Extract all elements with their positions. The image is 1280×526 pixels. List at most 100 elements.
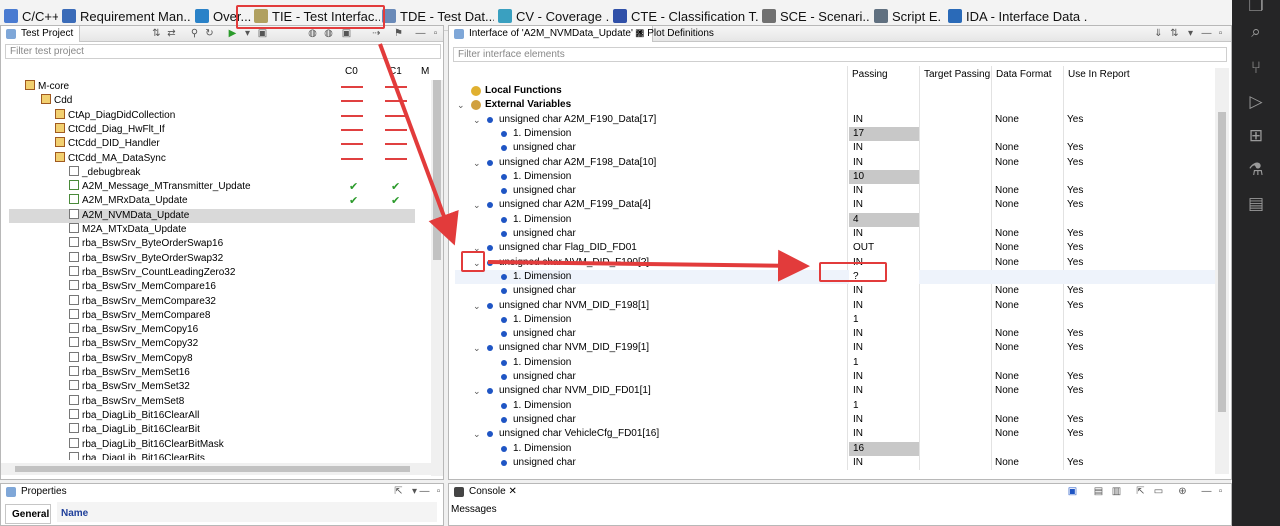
passing-cell[interactable]: OUT (849, 241, 919, 255)
link-icon[interactable]: ⇅ (151, 28, 162, 39)
tree-item[interactable]: _debugbreak (9, 165, 415, 180)
tool5-icon[interactable]: ⇢ (371, 28, 382, 39)
passing-cell[interactable]: IN (849, 413, 919, 427)
tree-item[interactable]: rba_BswSrv_MemCompare8 (9, 308, 415, 323)
sort-icon[interactable]: ⇅ (1169, 28, 1180, 39)
grid-vertical-scrollbar[interactable] (1215, 68, 1229, 474)
tab-cv[interactable]: CV - Coverage ... (498, 5, 610, 27)
interface-row[interactable]: unsigned char IN None Yes (455, 141, 1217, 155)
tree-item[interactable]: A2M_MRxData_Update ✔ ✔ (9, 194, 415, 208)
use-in-report-cell[interactable]: Yes (1067, 370, 1083, 384)
tree-item[interactable]: rba_BswSrv_MemCopy16 (9, 323, 415, 337)
passing-cell[interactable]: IN (849, 456, 919, 470)
tab-tde[interactable]: TDE - Test Dat... (382, 5, 494, 27)
interface-row[interactable]: ⌄ unsigned char NVM_DID_F198[1] IN None Yes (455, 299, 1217, 313)
use-in-report-cell[interactable]: Yes (1067, 184, 1083, 198)
close-tab-icon[interactable]: ✕ (508, 486, 516, 497)
passing-cell[interactable]: IN (849, 327, 919, 341)
tab-sce[interactable]: SCE - Scenari... (762, 5, 870, 27)
chevron-down-icon[interactable]: ⌄ (473, 384, 481, 398)
passing-cell[interactable] (849, 98, 919, 112)
interface-row[interactable]: ⌄ unsigned char NVM_DID_F199[1] IN None Yes (455, 341, 1217, 355)
interface-row[interactable]: 1. Dimension 1 (455, 356, 1217, 370)
tab-console[interactable]: Console ✕ (449, 484, 523, 500)
pin-console-icon[interactable]: ⇱ (1135, 486, 1146, 497)
tab-properties[interactable]: Properties (1, 484, 73, 500)
maximize-icon[interactable]: ▫ (1215, 28, 1226, 39)
passing-cell[interactable]: 10 (849, 169, 919, 184)
interface-row[interactable]: ⌄ unsigned char NVM_DID_FD01[1] IN None Yes (455, 384, 1217, 398)
passing-cell[interactable]: IN (849, 284, 919, 298)
search-icon[interactable]: ⌕ (1244, 20, 1268, 44)
interface-row[interactable]: ⌄ unsigned char A2M_F190_Data[17] IN None Ye… (455, 113, 1217, 127)
use-in-report-cell[interactable]: Yes (1067, 256, 1083, 270)
interface-row[interactable]: ⌄ unsigned char A2M_F199_Data[4] IN None Yes (455, 198, 1217, 212)
tree-item[interactable]: M2A_MTxData_Update (9, 223, 415, 237)
extensions-icon[interactable]: ⊞ (1244, 124, 1268, 148)
use-in-report-cell[interactable]: Yes (1067, 413, 1083, 427)
tree-item[interactable]: rba_BswSrv_MemSet16 (9, 366, 415, 380)
passing-cell[interactable]: 1 (849, 313, 919, 327)
tree-item[interactable]: rba_BswSrv_MemSet32 (9, 380, 415, 394)
interface-row[interactable]: ⌄ unsigned char Flag_DID_FD01 OUT None Yes (455, 241, 1217, 255)
tree-vertical-scrollbar[interactable] (431, 80, 443, 476)
use-in-report-cell[interactable]: Yes (1067, 141, 1083, 155)
data-format-cell[interactable]: None (995, 384, 1019, 398)
tree-item[interactable]: rba_DiagLib_Bit16ClearBits (9, 451, 415, 460)
passing-cell[interactable]: 1 (849, 356, 919, 370)
maximize-icon[interactable]: ▫ (430, 28, 441, 39)
run-dropdown-icon[interactable]: ▾ (242, 28, 253, 39)
tab-cte[interactable]: CTE - Classification T... (613, 5, 758, 27)
tree-item[interactable]: rba_BswSrv_ByteOrderSwap16 (9, 237, 415, 251)
chevron-down-icon[interactable]: ⌄ (473, 341, 481, 355)
minimize-icon[interactable]: — (419, 486, 430, 497)
copy-icon[interactable]: ❐ (1244, 0, 1268, 18)
tree-item[interactable]: rba_DiagLib_Bit16ClearBit (9, 423, 415, 437)
interface-row[interactable]: 1. Dimension 17 (455, 126, 1217, 141)
tab-cc[interactable]: C/C++ (4, 5, 58, 27)
tree-item[interactable]: CtCdd_DID_Handler (9, 137, 415, 151)
minimize-icon[interactable]: — (415, 28, 426, 39)
data-format-cell[interactable]: None (995, 227, 1019, 241)
tree-item[interactable]: rba_BswSrv_MemSet8 (9, 394, 415, 409)
tool-icon[interactable]: ▣ (257, 28, 268, 39)
interface-row[interactable]: unsigned char IN None Yes (455, 227, 1217, 241)
use-in-report-cell[interactable]: Yes (1067, 198, 1083, 212)
tree-item[interactable]: rba_BswSrv_ByteOrderSwap32 (9, 251, 415, 266)
passing-cell[interactable]: IN (849, 198, 919, 212)
use-in-report-cell[interactable]: Yes (1067, 156, 1083, 170)
data-format-cell[interactable]: None (995, 241, 1019, 255)
tool3-icon[interactable]: ◍ (323, 28, 334, 39)
passing-cell[interactable]: IN (849, 113, 919, 127)
passing-cell[interactable]: 16 (849, 441, 919, 456)
tab-general[interactable]: General (5, 504, 51, 524)
tree-scroll-thumb[interactable] (433, 80, 441, 260)
tab-interface[interactable]: Interface of 'A2M_NVMData_Update' ✕ (449, 26, 654, 42)
interface-row[interactable]: Local Functions (455, 84, 1217, 98)
filter-icon[interactable]: ⚑ (393, 28, 404, 39)
data-format-cell[interactable]: None (995, 113, 1019, 127)
use-in-report-cell[interactable]: Yes (1067, 427, 1083, 441)
minimize-icon[interactable]: — (1201, 486, 1212, 497)
passing-cell[interactable]: IN (849, 370, 919, 384)
tab-requirement[interactable]: Requirement Man... (62, 5, 190, 27)
passing-cell[interactable]: IN (849, 341, 919, 355)
passing-cell[interactable]: 4 (849, 212, 919, 227)
interface-row[interactable]: ⌄ External Variables (455, 98, 1217, 112)
interface-row[interactable]: unsigned char IN None Yes (455, 284, 1217, 298)
flask-icon[interactable]: ⚗ (1244, 158, 1268, 182)
maximize-icon[interactable]: ▫ (433, 486, 444, 497)
source-control-icon[interactable]: ⑂ (1244, 56, 1268, 80)
tree-item[interactable]: rba_BswSrv_MemCopy32 (9, 337, 415, 351)
down-icon[interactable]: ⇓ (1153, 28, 1164, 39)
column-header-m[interactable]: M (421, 66, 429, 77)
passing-cell[interactable]: IN (849, 427, 919, 441)
interface-row[interactable]: unsigned char IN None Yes (455, 184, 1217, 198)
chevron-down-icon[interactable]: ⌄ (457, 98, 465, 112)
interface-row[interactable]: 1. Dimension 1 (455, 313, 1217, 327)
scroll-lock-icon[interactable]: ▥ (1111, 486, 1122, 497)
use-in-report-cell[interactable]: Yes (1067, 113, 1083, 127)
passing-cell[interactable]: 1 (849, 399, 919, 413)
tree-item[interactable]: A2M_NVMData_Update (9, 208, 415, 223)
tree-item[interactable]: rba_BswSrv_MemCopy8 (9, 351, 415, 366)
